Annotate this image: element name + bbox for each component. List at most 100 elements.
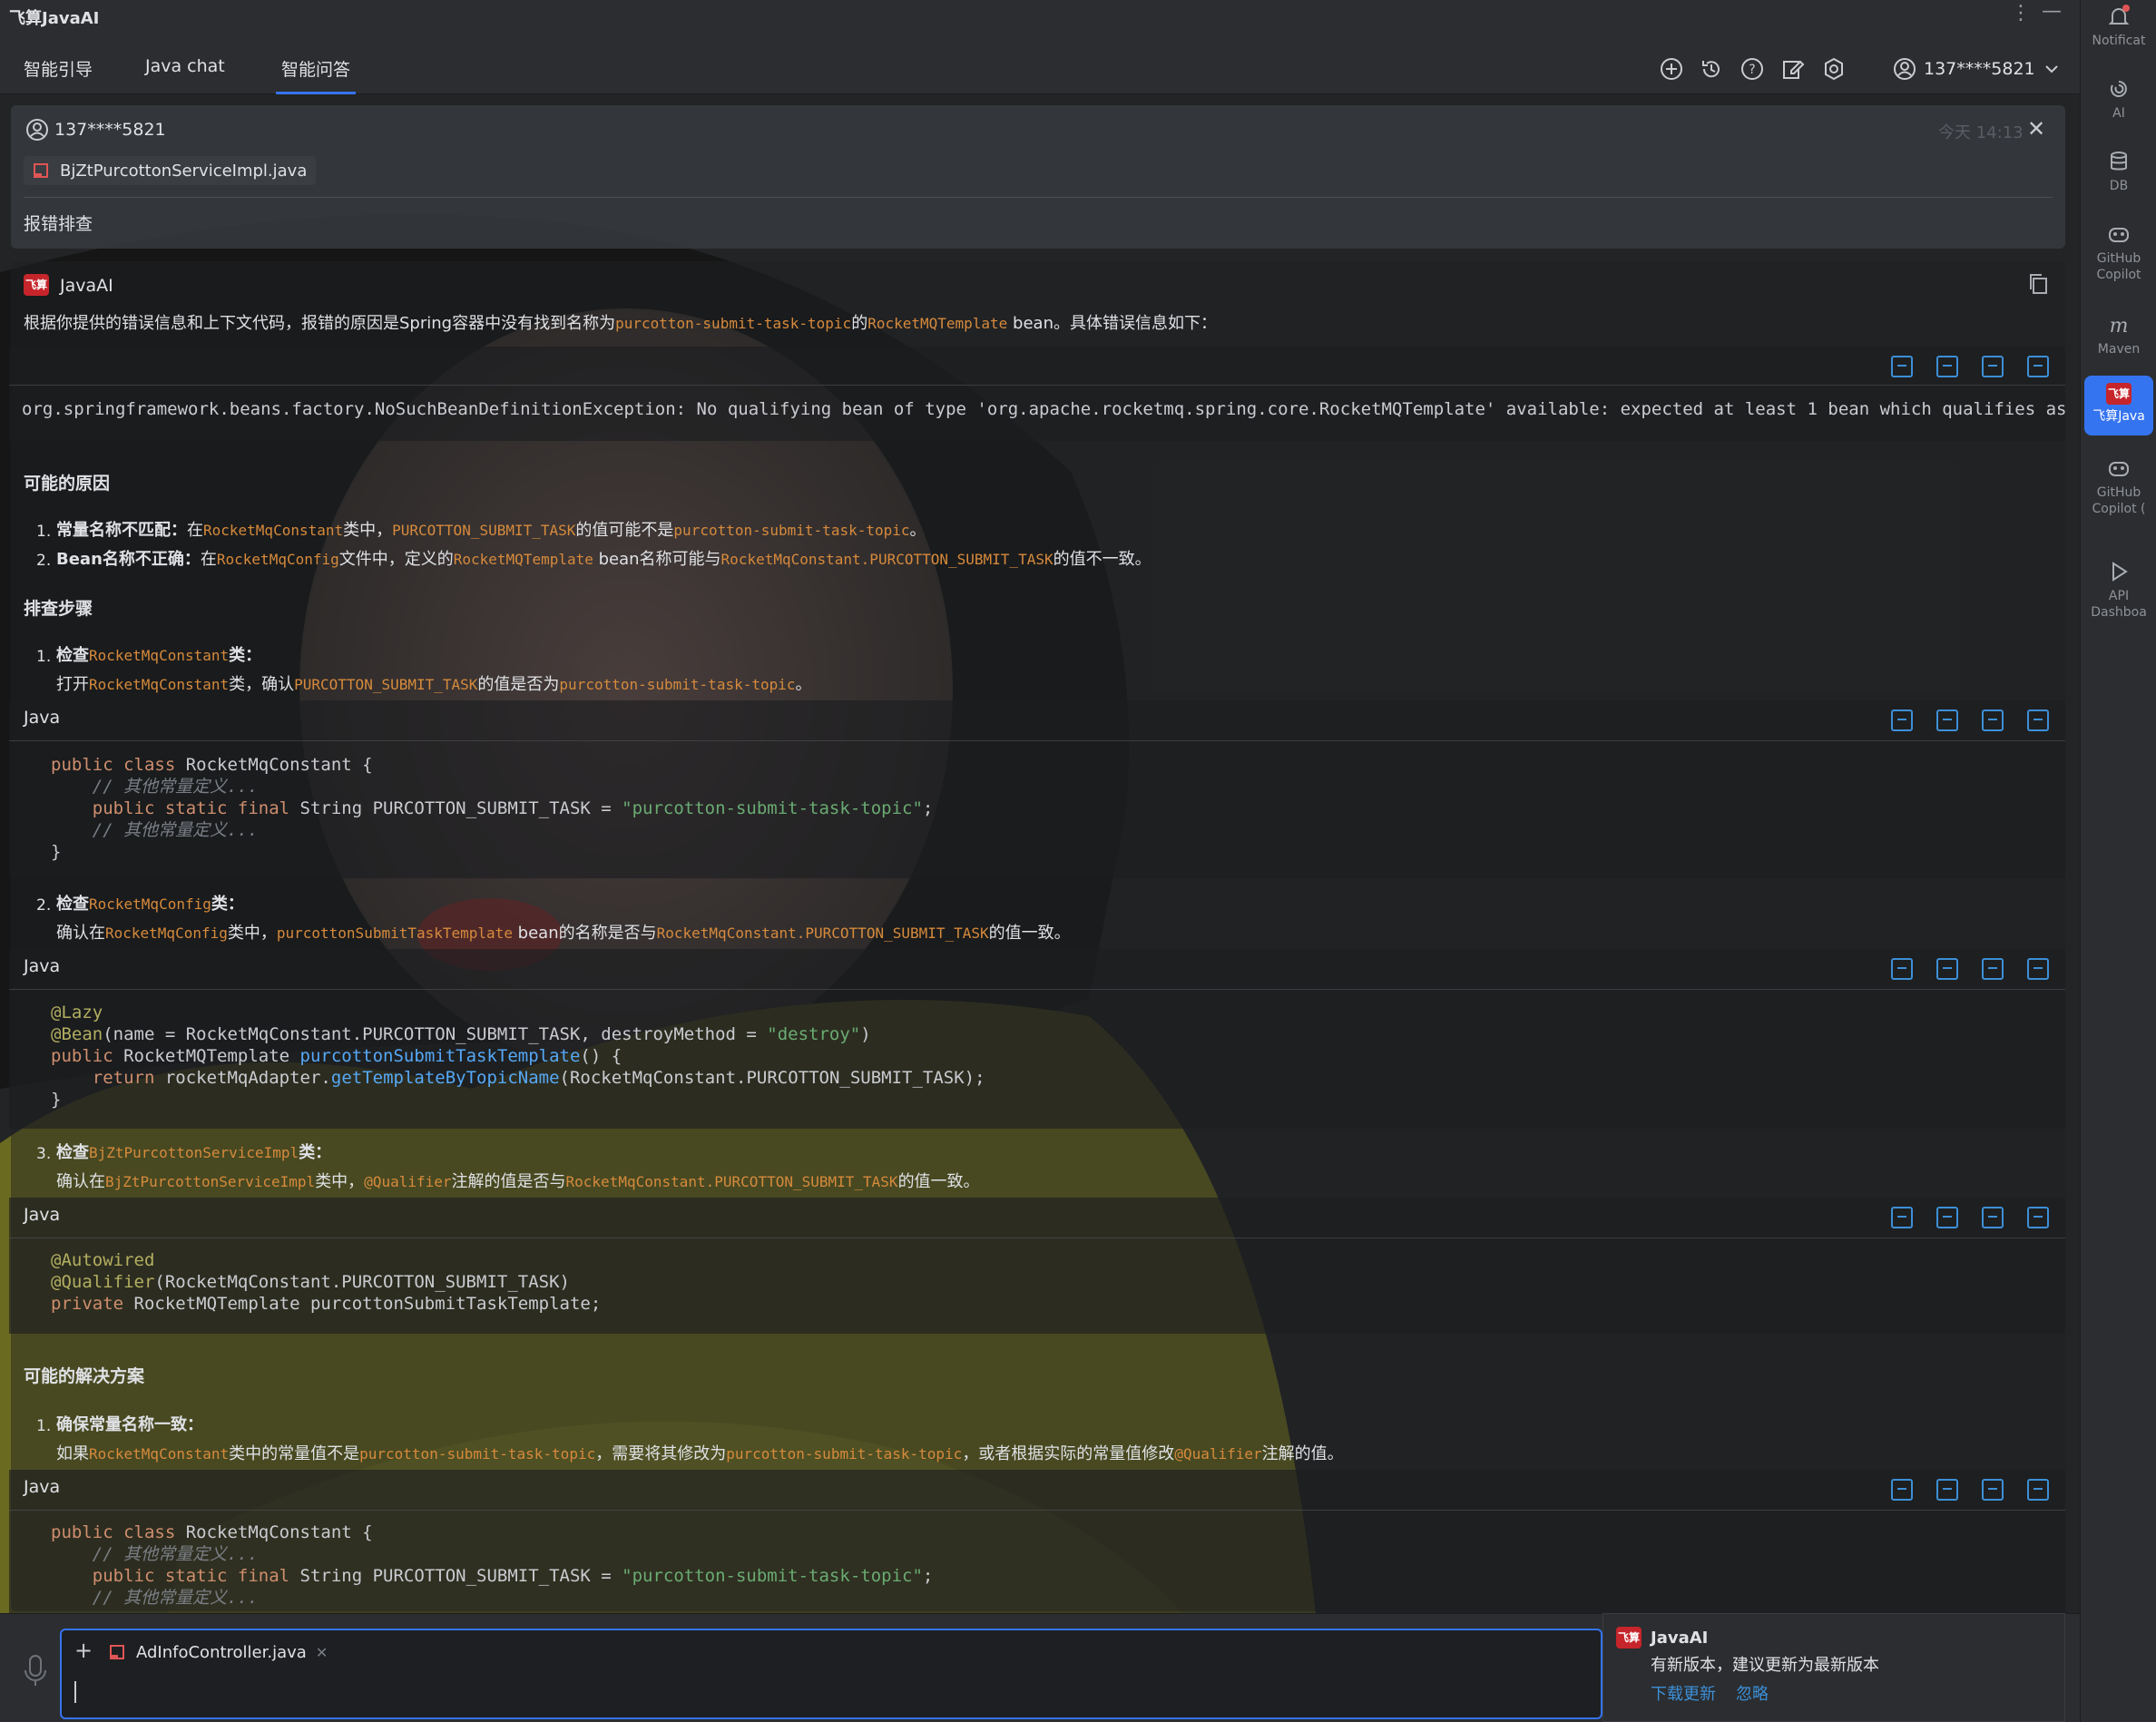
code-block-divider — [9, 989, 2065, 990]
sidebar-item-db[interactable]: DB — [2084, 149, 2153, 194]
bell-icon — [2108, 5, 2130, 24]
sidebar-item-label: API Dashboa — [2091, 589, 2147, 620]
update-notification: 飞算 JavaAI 有新版本，建议更新为最新版本 下载更新 忽略 — [1602, 1613, 2065, 1722]
code-2: @Lazy @Bean(name = RocketMqConstant.PURCO… — [51, 1002, 985, 1110]
svg-text:?: ? — [1749, 63, 1755, 77]
new-file-icon[interactable] — [1982, 356, 2004, 377]
copy-code-icon[interactable] — [1936, 958, 1958, 980]
new-file-icon[interactable] — [1982, 1207, 2004, 1228]
expand-code-icon[interactable] — [2027, 958, 2049, 980]
sidebar-item-label: Notificat — [2092, 34, 2146, 48]
code-line: // 其他常量定义... — [51, 777, 259, 797]
feisuan-logo-icon: 飞算 — [2106, 383, 2132, 405]
copy-code-icon[interactable] — [1936, 1207, 1958, 1228]
java-file-icon — [34, 163, 48, 178]
add-circle-icon[interactable] — [1659, 56, 1684, 82]
microphone-icon[interactable] — [22, 1652, 49, 1688]
chat-input[interactable]: + AdInfoController.java ✕ — [60, 1629, 1602, 1719]
copilot-chat-icon — [2109, 462, 2129, 476]
error-message-text: org.springframework.beans.factory.NoSuch… — [22, 399, 2065, 419]
code-block-divider — [9, 1510, 2065, 1511]
code-line: public static final String PURCOTTON_SUB… — [51, 798, 934, 818]
code-block-actions — [1891, 1207, 2049, 1228]
cause-item-2: Bean名称不正确：在RocketMqConfig文件中，定义的RocketMQ… — [56, 550, 1152, 569]
expand-code-icon[interactable] — [2027, 1207, 2049, 1228]
expand-code-icon[interactable] — [2027, 709, 2049, 731]
step-1-desc: 打开RocketMqConstant类，确认PURCOTTON_SUBMIT_T… — [56, 675, 812, 694]
tab-bar: 智能引导 Java chat 智能问答 ? 137****5821 — [0, 33, 2080, 94]
copilot-icon — [2109, 228, 2129, 242]
title-bar: 飞算JavaAI ⋮ — — [0, 0, 2080, 33]
code-block-actions — [1891, 356, 2049, 377]
remove-file-icon[interactable]: ✕ — [316, 1644, 328, 1661]
tab-smart-guide[interactable]: 智能引导 — [24, 56, 93, 94]
new-file-icon[interactable] — [1982, 709, 2004, 731]
solution-1-desc: 如果RocketMqConstant类中的常量值不是purcotton-subm… — [56, 1444, 1344, 1463]
notification-message: 有新版本，建议更新为最新版本 — [1651, 1656, 1879, 1675]
new-file-icon[interactable] — [1982, 958, 2004, 980]
settings-icon[interactable] — [1821, 56, 1847, 82]
user-avatar-icon — [26, 119, 48, 141]
code-1: public class RocketMqConstant { // 其他常量定… — [51, 754, 933, 863]
copy-code-icon[interactable] — [1936, 1479, 1958, 1501]
history-icon[interactable] — [1699, 56, 1724, 82]
code-line: public class RocketMqConstant { — [51, 1522, 373, 1542]
close-icon[interactable]: ✕ — [2027, 116, 2045, 142]
code-line: @Qualifier(RocketMqConstant.PURCOTTON_SU… — [51, 1272, 570, 1292]
ai-intro-text: 根据你提供的错误信息和上下文代码，报错的原因是Spring容器中没有找到名称为p… — [24, 314, 1217, 333]
code-line: return rocketMqAdapter.getTemplateByTopi… — [51, 1068, 985, 1088]
sidebar-item-notifications[interactable]: Notificat — [2084, 4, 2153, 49]
help-icon[interactable]: ? — [1740, 56, 1765, 82]
sidebar-item-label: GitHub Copilot ( — [2092, 485, 2146, 516]
javaai-logo-icon: 飞算 — [24, 274, 49, 296]
sidebar-item-github-copilot[interactable]: GitHub Copilot — [2084, 221, 2153, 283]
code-line: // 其他常量定义... — [51, 820, 259, 840]
minimize-icon[interactable]: — — [2042, 0, 2062, 23]
expand-code-icon[interactable] — [2027, 356, 2049, 377]
user-message: 137****5821 今天 14:13 ✕ BjZtPurcottonServ… — [11, 105, 2065, 249]
context-file-chip[interactable]: AdInfoController.java ✕ — [109, 1639, 328, 1665]
edit-icon[interactable] — [1780, 56, 1806, 82]
copy-code-icon[interactable] — [1936, 709, 1958, 731]
code-line: private RocketMQTemplate purcottonSubmit… — [51, 1294, 602, 1314]
javaai-logo-icon: 飞算 — [1616, 1627, 1642, 1649]
code-language-label: Java — [24, 708, 61, 728]
user-menu[interactable]: 137****5821 — [1893, 54, 2061, 83]
code-4: public class RocketMqConstant { // 其他常量定… — [51, 1521, 933, 1610]
cause-item-1: 常量名称不匹配：在RocketMqConstant类中，PURCOTTON_SU… — [56, 521, 926, 540]
step-2-desc: 确认在RocketMqConfig类中，purcottonSubmitTaskT… — [56, 924, 1071, 943]
insert-code-icon[interactable] — [1891, 709, 1913, 731]
code-line: public RocketMQTemplate purcottonSubmitT… — [51, 1046, 622, 1066]
play-icon — [2112, 562, 2128, 582]
insert-code-icon[interactable] — [1891, 356, 1913, 377]
ignore-link[interactable]: 忽略 — [1736, 1681, 1769, 1705]
chevron-down-icon — [2044, 65, 2058, 73]
tab-java-chat[interactable]: Java chat — [145, 56, 225, 94]
sidebar-item-ai[interactable]: AI — [2084, 76, 2153, 122]
expand-code-icon[interactable] — [2027, 1479, 2049, 1501]
sidebar-item-copilot-chat[interactable]: GitHub Copilot ( — [2084, 455, 2153, 517]
new-file-icon[interactable] — [1982, 1479, 2004, 1501]
steps-heading: 排查步骤 — [24, 599, 93, 619]
maven-icon: m — [2110, 315, 2129, 338]
code-block-actions — [1891, 1479, 2049, 1501]
insert-code-icon[interactable] — [1891, 1479, 1913, 1501]
add-context-icon[interactable]: + — [74, 1638, 93, 1663]
sidebar-item-feisuan-java[interactable]: 飞算 飞算Java — [2084, 376, 2153, 435]
attached-file-chip[interactable]: BjZtPurcottonServiceImpl.java — [24, 156, 317, 185]
insert-code-icon[interactable] — [1891, 958, 1913, 980]
list-number: 1. — [36, 1417, 52, 1435]
insert-code-icon[interactable] — [1891, 1207, 1913, 1228]
sidebar-item-api-dashboard[interactable]: API Dashboa — [2084, 559, 2153, 621]
message-timestamp: 今天 14:13 — [1938, 123, 2024, 142]
sidebar-item-maven[interactable]: m Maven — [2084, 312, 2153, 357]
code-line: @Lazy — [51, 1003, 103, 1022]
error-code-block — [9, 347, 2065, 441]
download-update-link[interactable]: 下载更新 — [1651, 1681, 1716, 1705]
copy-message-icon[interactable] — [2027, 272, 2049, 296]
tab-smart-qa[interactable]: 智能问答 — [276, 56, 357, 94]
code-line: @Bean(name = RocketMqConstant.PURCOTTON_… — [51, 1024, 871, 1044]
copy-code-icon[interactable] — [1936, 356, 1958, 377]
more-options-icon[interactable]: ⋮ — [2011, 2, 2031, 24]
code-3: @Autowired @Qualifier(RocketMqConstant.PU… — [51, 1249, 601, 1315]
